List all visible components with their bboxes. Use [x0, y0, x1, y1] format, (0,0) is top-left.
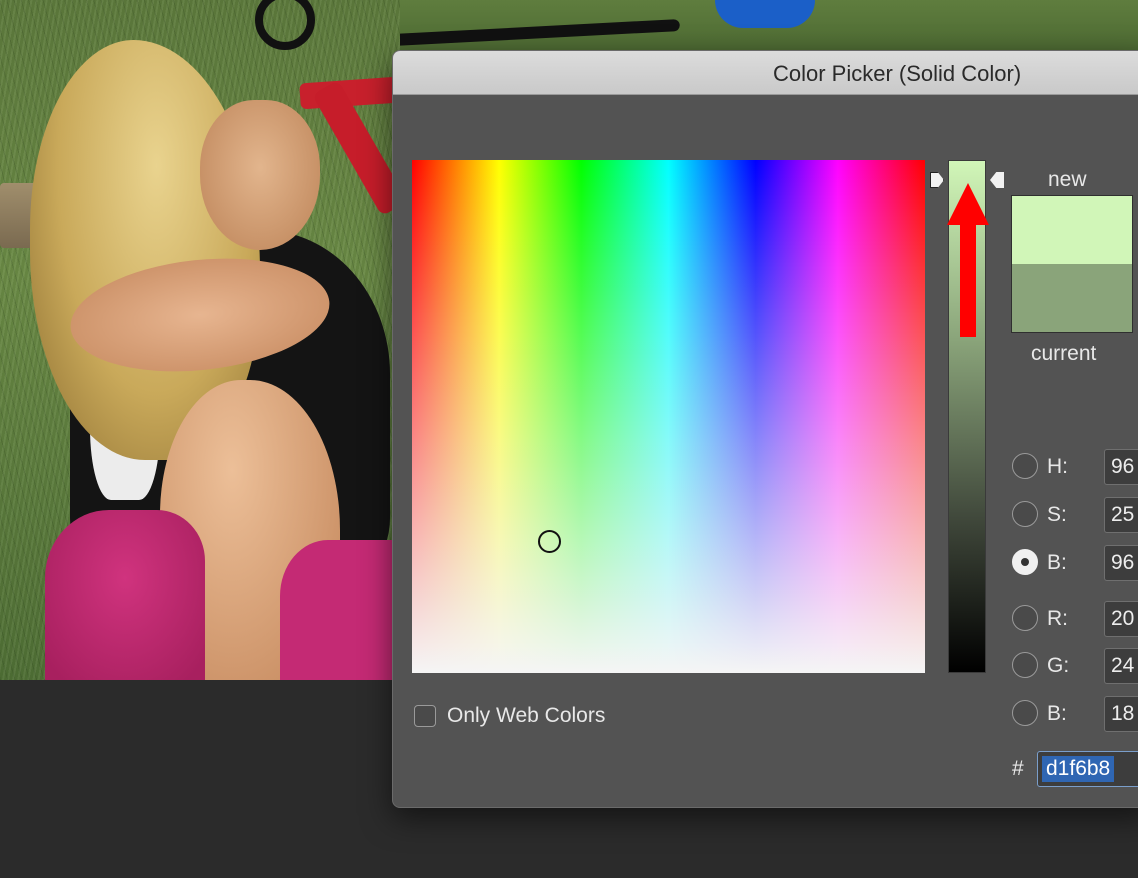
- only-web-colors-checkbox[interactable]: [414, 705, 436, 727]
- red-label: R:: [1047, 607, 1068, 630]
- saturation-label: S:: [1047, 503, 1067, 526]
- blue-label: B:: [1047, 702, 1067, 725]
- brightness-row: B: 96: [1012, 545, 1138, 581]
- face: [200, 100, 320, 250]
- red-input[interactable]: 20: [1104, 601, 1138, 637]
- new-label: new: [1048, 168, 1087, 191]
- only-web-colors-label[interactable]: Only Web Colors: [447, 704, 605, 728]
- blue-radio[interactable]: [1012, 700, 1038, 726]
- pink-shorts: [45, 510, 205, 680]
- hue-radio[interactable]: [1012, 453, 1038, 479]
- hue-label: H:: [1047, 455, 1068, 478]
- red-arrow-shaft: [960, 221, 976, 337]
- hex-prefix: #: [1012, 757, 1024, 780]
- brightness-label: B:: [1047, 551, 1067, 574]
- blue-input[interactable]: 18: [1104, 696, 1138, 732]
- saturation-radio[interactable]: [1012, 501, 1038, 527]
- triangle-left-icon[interactable]: [990, 172, 1004, 188]
- saturation-row: S: 25: [1012, 497, 1138, 533]
- dialog-title: Color Picker (Solid Color): [773, 61, 1022, 86]
- green-input[interactable]: 24: [1104, 648, 1138, 684]
- brightness-radio[interactable]: [1012, 549, 1038, 575]
- green-label: G:: [1047, 654, 1070, 677]
- green-row: G: 24: [1012, 648, 1138, 684]
- saturation-input[interactable]: 25: [1104, 497, 1138, 533]
- red-row: R: 20: [1012, 601, 1138, 637]
- hue-row: H: 96: [1012, 449, 1138, 485]
- color-field-marker[interactable]: [538, 530, 561, 553]
- hue-input[interactable]: 96: [1104, 449, 1138, 485]
- color-picker-dialog: Color Picker (Solid Color) new current H…: [392, 50, 1138, 808]
- dialog-titlebar[interactable]: Color Picker (Solid Color): [393, 51, 1138, 95]
- current-color-swatch[interactable]: [1012, 264, 1132, 332]
- bike-seat: [715, 0, 815, 28]
- color-swatch: [1011, 195, 1133, 333]
- blue-row: B: 18: [1012, 696, 1138, 732]
- red-radio[interactable]: [1012, 605, 1038, 631]
- new-color-swatch: [1012, 196, 1132, 264]
- triangle-right-icon[interactable]: [930, 172, 944, 188]
- handlebar: [400, 19, 681, 52]
- hex-input[interactable]: d1f6b8: [1037, 751, 1138, 787]
- color-field[interactable]: [412, 160, 925, 673]
- brightness-input[interactable]: 96: [1104, 545, 1138, 581]
- current-label: current: [1031, 342, 1097, 365]
- background-photo: [0, 0, 400, 680]
- hex-value-selection[interactable]: d1f6b8: [1042, 756, 1115, 782]
- green-radio[interactable]: [1012, 652, 1038, 678]
- pink-shorts-right: [280, 540, 400, 680]
